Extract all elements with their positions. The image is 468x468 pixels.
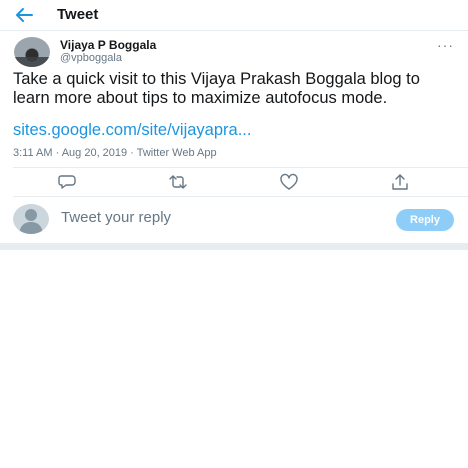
share-icon [392,174,408,190]
like-icon [280,173,298,190]
section-separator [0,243,468,250]
top-bar: Tweet [0,0,468,31]
avatar [13,204,49,234]
more-horizontal-icon: ··· [437,37,454,53]
tweet-text: Take a quick visit to this Vijaya Prakas… [13,70,420,107]
retweet-action-button[interactable] [168,173,188,191]
page-title: Tweet [57,6,99,23]
avatar-photo-shade [14,57,50,67]
reply-input[interactable]: Tweet your reply [61,209,171,226]
avatar[interactable] [14,37,50,67]
reply-icon [58,175,76,189]
share-action-button[interactable] [390,173,410,191]
default-avatar-icon [19,209,43,234]
like-action-button[interactable] [279,173,299,191]
retweet-icon [169,175,187,189]
reply-composer: Tweet your reply Reply [0,197,468,243]
tweet-timestamp[interactable]: 3:11 AM · Aug 20, 2019 · Twitter Web App [13,147,217,159]
reply-action-button[interactable] [57,173,77,191]
author-handle[interactable]: @vpboggala [60,52,122,64]
tweet-link[interactable]: sites.google.com/site/vijayapra... [13,121,251,140]
author-name[interactable]: Vijaya P Boggala [60,38,156,52]
arrow-left-icon [16,8,33,22]
back-button[interactable] [12,5,36,25]
more-options-button[interactable]: ··· [437,37,454,53]
reply-button[interactable]: Reply [396,209,454,231]
tweet-actions [0,168,468,196]
tweet-author: Vijaya P Boggala @vpboggala ··· [14,37,454,69]
